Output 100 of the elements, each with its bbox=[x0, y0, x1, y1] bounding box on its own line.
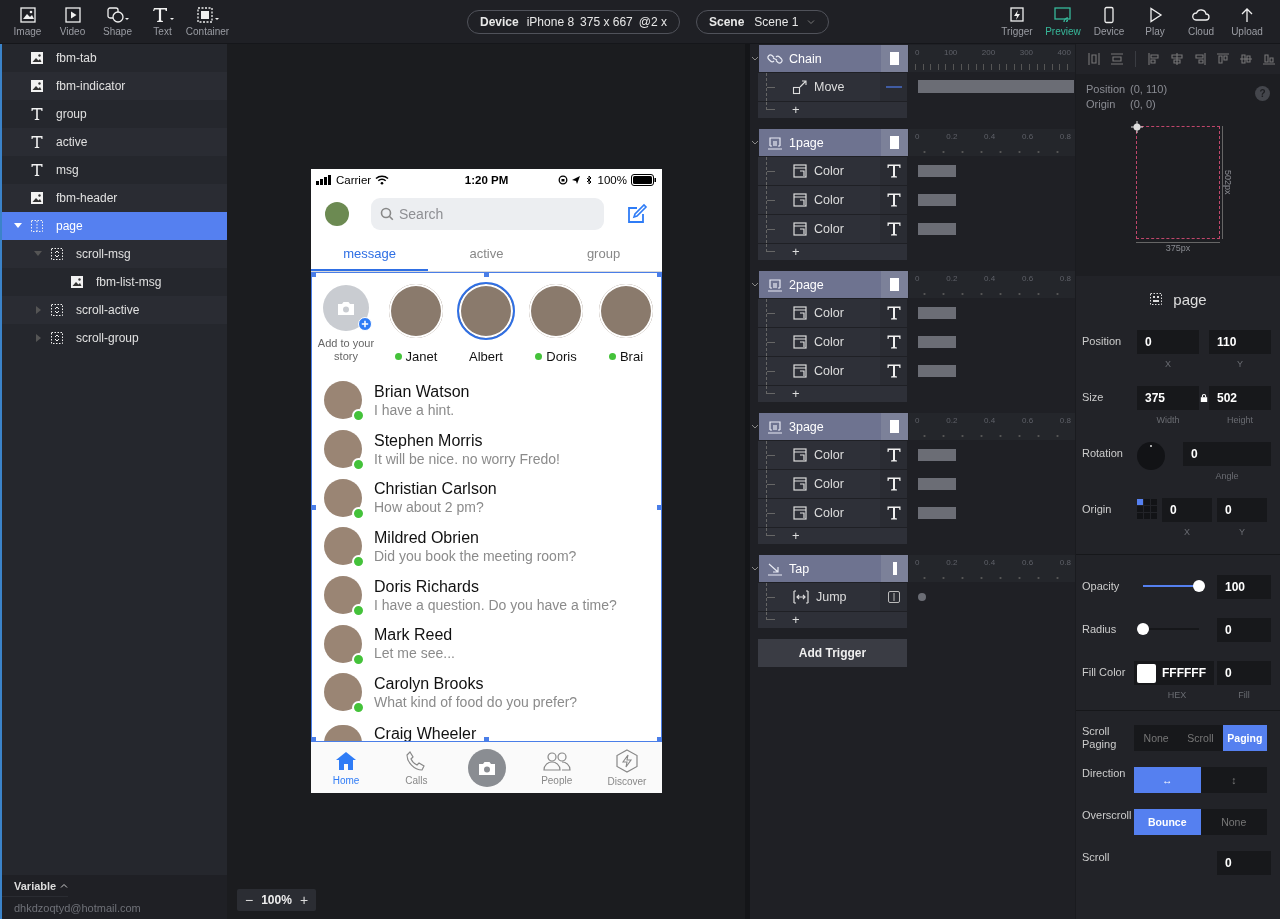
variable-toggle[interactable]: Variable bbox=[2, 875, 69, 897]
toolbar-button[interactable]: Play bbox=[1132, 1, 1178, 42]
toggle-switch[interactable] bbox=[881, 555, 908, 582]
timeline-bar[interactable] bbox=[918, 164, 956, 177]
trigger-header[interactable]: 3page bbox=[759, 413, 908, 440]
compose-icon[interactable] bbox=[626, 203, 648, 225]
tab[interactable]: group bbox=[545, 238, 662, 271]
keyframe-dot[interactable] bbox=[918, 592, 926, 601]
timeline-bar[interactable] bbox=[918, 506, 956, 519]
action-row[interactable]: Color bbox=[758, 470, 907, 498]
distribute-icon[interactable] bbox=[1086, 51, 1102, 67]
chevron-down-icon[interactable] bbox=[751, 54, 759, 62]
align-icon[interactable] bbox=[1215, 51, 1231, 67]
action-row[interactable]: Color bbox=[758, 441, 907, 469]
camera-button[interactable] bbox=[467, 748, 506, 787]
layer-row[interactable]: fbm-header bbox=[2, 184, 227, 212]
chevron-down-icon[interactable] bbox=[751, 422, 759, 430]
action-row[interactable]: Jump bbox=[758, 583, 907, 611]
distribute-icon[interactable] bbox=[1109, 51, 1125, 67]
segment-option[interactable]: Paging bbox=[1222, 725, 1267, 751]
action-row[interactable]: Move bbox=[758, 73, 907, 101]
add-story-button[interactable] bbox=[323, 285, 369, 331]
align-icon[interactable] bbox=[1146, 51, 1162, 67]
trigger-header[interactable]: 2page bbox=[759, 271, 908, 298]
number-field[interactable]: 100 bbox=[1217, 575, 1271, 599]
timeline-bar[interactable] bbox=[918, 306, 956, 319]
zoom-in-button[interactable]: + bbox=[299, 892, 309, 908]
action-row[interactable]: Color bbox=[758, 186, 907, 214]
chevron-down-icon[interactable] bbox=[751, 138, 759, 146]
toggle-switch[interactable] bbox=[881, 271, 908, 298]
layer-row[interactable]: active bbox=[2, 128, 227, 156]
avatar[interactable] bbox=[325, 202, 349, 226]
toolbar-button[interactable]: Preview bbox=[1040, 1, 1086, 42]
align-icon[interactable] bbox=[1192, 51, 1208, 67]
zoom-out-button[interactable]: − bbox=[245, 892, 254, 908]
number-field[interactable]: 0 bbox=[1217, 618, 1271, 642]
toolbar-button[interactable]: Cloud bbox=[1178, 1, 1224, 42]
timeline-bar[interactable] bbox=[918, 448, 956, 461]
toggle-switch[interactable] bbox=[881, 45, 908, 72]
number-field[interactable]: 375 bbox=[1137, 386, 1199, 410]
chevron-down-icon[interactable] bbox=[751, 564, 759, 572]
timeline-bar[interactable] bbox=[918, 335, 956, 348]
action-row[interactable]: Color bbox=[758, 499, 907, 527]
tab[interactable]: message bbox=[311, 238, 428, 271]
selection-frame[interactable] bbox=[311, 272, 662, 742]
timeline-bar[interactable] bbox=[918, 477, 956, 490]
lock-icon[interactable] bbox=[1200, 393, 1208, 403]
segment-option[interactable]: ↔ bbox=[1134, 767, 1201, 793]
segment-option[interactable]: None bbox=[1134, 725, 1179, 751]
nav-tab[interactable]: Calls bbox=[404, 749, 429, 786]
timeline-bar[interactable] bbox=[918, 364, 956, 377]
number-field[interactable]: 0 bbox=[1183, 442, 1271, 466]
color-swatch[interactable] bbox=[1137, 663, 1156, 683]
toolbar-button[interactable]: Upload bbox=[1224, 1, 1270, 42]
action-row[interactable]: Color bbox=[758, 215, 907, 243]
tool-button[interactable]: Image bbox=[5, 1, 50, 42]
segment-option[interactable]: ↕ bbox=[1200, 767, 1267, 793]
add-action-button[interactable]: + bbox=[792, 387, 800, 401]
toolbar-button[interactable]: Device bbox=[1086, 1, 1132, 42]
align-icon[interactable] bbox=[1261, 51, 1277, 67]
layer-row[interactable]: fbm-indicator bbox=[2, 72, 227, 100]
number-field[interactable]: 0 bbox=[1137, 330, 1199, 354]
add-action-button[interactable]: + bbox=[792, 103, 800, 117]
segment-option[interactable]: Bounce bbox=[1134, 809, 1201, 835]
align-icon[interactable] bbox=[1169, 51, 1185, 67]
action-row[interactable]: Color bbox=[758, 157, 907, 185]
tab[interactable]: active bbox=[428, 238, 545, 271]
tool-button[interactable]: Container bbox=[185, 1, 230, 42]
trigger-header[interactable]: Tap bbox=[759, 555, 908, 582]
segment-option[interactable]: Scroll bbox=[1178, 725, 1223, 751]
add-trigger-button[interactable]: Add Trigger bbox=[758, 639, 907, 667]
action-row[interactable]: Color bbox=[758, 328, 907, 356]
timeline-bar[interactable] bbox=[918, 222, 956, 235]
number-field[interactable]: 502 bbox=[1209, 386, 1271, 410]
add-action-button[interactable]: + bbox=[792, 613, 800, 627]
tool-button[interactable]: Text bbox=[140, 1, 185, 42]
tool-button[interactable]: Shape bbox=[95, 1, 140, 42]
nav-tab[interactable]: Home bbox=[332, 749, 360, 786]
nav-tab[interactable]: Discover bbox=[607, 748, 647, 787]
number-field[interactable]: 0 bbox=[1217, 498, 1267, 522]
tool-button[interactable]: Video bbox=[50, 1, 95, 42]
timeline-bar[interactable] bbox=[918, 193, 956, 206]
align-icon[interactable] bbox=[1238, 51, 1254, 67]
add-action-button[interactable]: + bbox=[792, 245, 800, 259]
layer-row[interactable]: page bbox=[2, 212, 227, 240]
toggle-switch[interactable] bbox=[881, 413, 908, 440]
number-field[interactable]: 0 bbox=[1162, 498, 1212, 522]
action-row[interactable]: Color bbox=[758, 357, 907, 385]
add-action-button[interactable]: + bbox=[792, 529, 800, 543]
number-field[interactable]: 110 bbox=[1209, 330, 1271, 354]
zoom-control[interactable]: − 100% + bbox=[237, 889, 317, 911]
number-field[interactable]: 0 bbox=[1217, 661, 1271, 685]
layer-row[interactable]: scroll-active bbox=[2, 296, 227, 324]
toolbar-button[interactable]: Trigger bbox=[994, 1, 1040, 42]
segment-option[interactable]: None bbox=[1200, 809, 1267, 835]
trigger-header[interactable]: 1page bbox=[759, 129, 908, 156]
action-row[interactable]: Color bbox=[758, 299, 907, 327]
layer-row[interactable]: scroll-msg bbox=[2, 240, 227, 268]
chevron-down-icon[interactable] bbox=[751, 280, 759, 288]
nav-tab[interactable]: People bbox=[541, 749, 573, 786]
